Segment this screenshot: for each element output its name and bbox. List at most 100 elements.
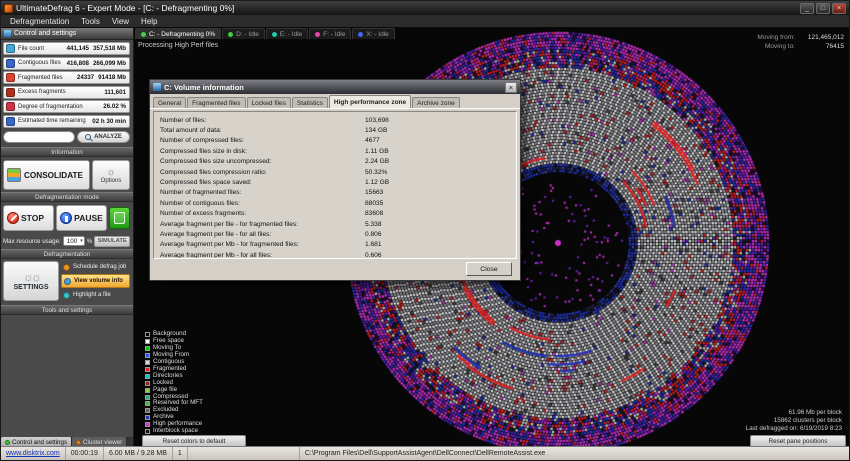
dialog-close-icon[interactable]: × [505,81,517,93]
legend: Background Free space Moving To Moving F… [145,331,203,435]
pause-button[interactable]: PAUSE [56,205,107,231]
consolidate-button[interactable]: CONSOLIDATE [3,160,90,190]
window-controls: _ □ × [800,2,846,14]
magnifier-icon [85,134,92,140]
action-row: STOP PAUSE [3,205,130,231]
stat-value: 441,145 [66,45,89,52]
dialog-title: C: Volume information [164,82,244,92]
dialog-titlebar[interactable]: C: Volume information × [150,80,520,94]
go-icon [113,212,125,224]
dialog-row: Average fragment per file - for fragment… [154,219,516,229]
dialog-tab[interactable]: Fragmented files [187,97,246,108]
stat-icon [6,73,15,82]
stat-row: Contiguous files 416,808 266,099 Mb [3,56,130,70]
drive-icon [228,31,234,37]
dialog-row: Number of excess fragments: 83608 [154,209,516,219]
maximize-button[interactable]: □ [816,2,830,14]
moving-label: Moving from: [757,34,795,41]
dialog-row-value: 103,698 [365,116,389,124]
legend-swatch [145,422,150,428]
stats-list: File count 441,145 357,518 Mb Contiguous… [3,42,130,129]
dialog-row-label: Compressed files size uncompressed: [160,158,272,166]
consolidate-icon [7,168,21,182]
drive-icon [271,31,277,37]
options-button[interactable]: ☼ Options [92,160,130,190]
drive-tabs: C: - Defragmenting 0% D: - Idle E: - Idl… [134,28,395,39]
dialog-tab[interactable]: High performance zone [328,95,412,108]
tool-option[interactable]: View volume info [61,274,130,288]
dialog-row-label: Average fragment per file - for all file… [160,230,272,238]
dialog-row: Average fragment per Mb - for all files:… [154,250,516,258]
drive-tab-label: D: - Idle [236,30,259,38]
menu-item[interactable]: Tools [76,16,105,27]
dialog-tab[interactable]: General [153,97,187,108]
menu-item[interactable]: Help [136,16,162,27]
analyze-button[interactable]: ANALYZE [77,131,130,143]
drive-tab-label: C: - Defragmenting 0% [149,30,216,38]
dialog-row-label: Average fragment per file - for fragment… [160,220,299,228]
tab-dot-icon [76,440,82,445]
menubar: Defragmentation Tools View Help [1,15,849,28]
tool-option-label: Schedule defrag job [73,264,127,270]
dialog-row: Number of compressed files: 4677 [154,136,516,146]
stop-label: STOP [21,213,44,223]
dialog-row-label: Number of fragmented files: [160,189,242,197]
dialog-tab[interactable]: Locked files [246,97,291,108]
drive-tab[interactable]: F: - Idle [309,28,352,39]
stat-icon [6,58,15,68]
drive-tab-label: E: - Idle [279,30,303,38]
drive-tab[interactable]: E: - Idle [265,28,309,39]
file-search-input[interactable] [3,131,75,143]
drive-tab[interactable]: D: - Idle [222,28,265,39]
drive-tab[interactable]: X: - Idle [352,28,395,39]
tool-option[interactable]: Schedule defrag job [61,261,130,273]
go-button[interactable] [108,207,130,229]
resource-usage-select[interactable]: 100 ▾ [62,236,85,246]
panel-header-icon [4,30,11,37]
dialog-close-button[interactable]: Close [466,262,512,276]
dialog-row-value: 1.12 GB [365,179,390,187]
menu-item[interactable]: Defragmentation [5,16,74,27]
consolidate-label: CONSOLIDATE [24,170,83,180]
stat-label: Excess fragments [18,89,66,95]
dialog-tab[interactable]: Statistics [291,97,328,108]
stat-row: Estimated time remaining 02 h 30 min [3,114,130,128]
dialog-row: Number of fragmented files: 15663 [154,188,516,198]
tool-option[interactable]: Highlight a file [61,289,130,301]
tool-option-label: Highlight a file [73,292,111,298]
stat-icon [6,102,15,111]
moving-row: Moving to: 76415 [757,43,844,52]
pause-label: PAUSE [74,213,103,223]
tool-options: Schedule defrag job View volume info Hig… [61,261,130,301]
dialog-icon [153,83,161,91]
stat-icon [6,87,15,97]
legend-swatch [145,339,150,345]
tool-option-icon [63,263,70,271]
stop-button[interactable]: STOP [3,205,55,231]
disktrix-link[interactable]: www.disktrix.com [1,447,66,460]
app-icon [4,3,13,13]
tool-option-icon [64,277,71,285]
dialog-row-value: 1.681 [365,241,382,249]
dialog-row: Average fragment per Mb - for fragmented… [154,240,516,250]
stat-value-secondary: 91418 Mb [98,74,126,81]
drive-icon [358,31,364,37]
stat-value-secondary: 111,601 [104,88,126,96]
stat-row: Fragmented files 24337 91418 Mb [3,71,130,84]
close-button[interactable]: × [832,2,846,14]
simulate-button[interactable]: SIMULATE [94,235,130,247]
dialog-tab[interactable]: Archive zone [412,97,460,108]
stat-icon [6,44,15,53]
dialog-row-label: Compressed files size in disk: [160,147,247,155]
dialog-row-value: 4677 [365,137,380,145]
titlebar[interactable]: UltimateDefrag 6 - Expert Mode - [C: - D… [1,1,849,15]
stat-value-secondary: 02 h 30 min [92,117,126,125]
dialog-row-value: 1.11 GB [365,147,389,155]
drive-tab[interactable]: C: - Defragmenting 0% [135,28,222,39]
panel-header: Control and settings [1,28,133,40]
legend-swatch [145,394,150,400]
menu-item[interactable]: View [107,16,134,27]
minimize-button[interactable]: _ [800,2,814,14]
settings-button[interactable]: ☼☼ SETTINGS [3,261,59,301]
stat-label: File count [18,45,45,52]
